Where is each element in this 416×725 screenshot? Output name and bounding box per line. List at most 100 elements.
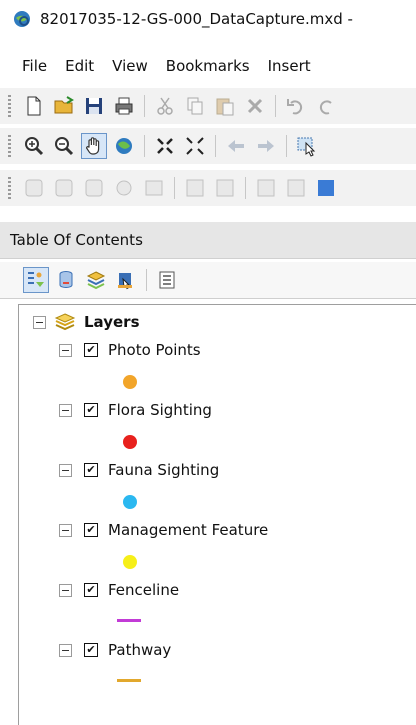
title-bar: 82017035-12-GS-000_DataCapture.mxd -	[0, 0, 416, 38]
print-icon	[115, 97, 133, 115]
visibility-checkbox[interactable]: ✔	[84, 463, 98, 477]
undo-button[interactable]	[284, 94, 308, 118]
fixed-zoom-out-icon	[186, 137, 204, 155]
new-document-icon	[27, 96, 41, 116]
fixed-zoom-out-button[interactable]	[183, 134, 207, 158]
layer-row-management-feature[interactable]: ✔ Management Feature	[59, 521, 268, 539]
list-by-selection-button[interactable]	[114, 268, 138, 292]
collapse-toggle[interactable]	[59, 523, 72, 537]
visibility-checkbox[interactable]: ✔	[84, 523, 98, 537]
toc-options-button[interactable]	[155, 268, 179, 292]
select-features-button[interactable]	[295, 134, 319, 158]
save-icon	[86, 98, 102, 114]
open-button[interactable]	[52, 94, 76, 118]
cut-button[interactable]	[153, 94, 177, 118]
line-symbol	[117, 679, 141, 682]
layer-row-photo-points[interactable]: ✔ Photo Points	[59, 341, 201, 359]
sketch-properties-icon	[287, 179, 305, 197]
visibility-checkbox[interactable]: ✔	[84, 403, 98, 417]
rotate-button[interactable]	[112, 176, 136, 200]
pan-button[interactable]	[81, 133, 107, 159]
layer-row-pathway[interactable]: ✔ Pathway	[59, 641, 171, 659]
redo-button[interactable]	[314, 94, 338, 118]
delete-button[interactable]	[243, 94, 267, 118]
sketch-button[interactable]	[82, 176, 106, 200]
save-button[interactable]	[82, 94, 106, 118]
editor-toolbar	[0, 170, 416, 206]
visibility-checkbox[interactable]: ✔	[84, 583, 98, 597]
layer-row-fenceline[interactable]: ✔ Fenceline	[59, 581, 179, 599]
list-by-visibility-button[interactable]	[84, 268, 108, 292]
print-button[interactable]	[112, 94, 136, 118]
toolbar-separator	[286, 135, 287, 157]
visibility-checkbox[interactable]: ✔	[84, 643, 98, 657]
create-features-icon	[318, 180, 334, 196]
zoom-in-icon	[25, 137, 44, 156]
toolbar-separator	[144, 95, 145, 117]
collapse-toggle[interactable]	[59, 343, 72, 357]
back-extent-button[interactable]	[224, 134, 248, 158]
tools-toolbar	[0, 128, 416, 164]
forward-extent-button[interactable]	[254, 134, 278, 158]
layers-group-row[interactable]: Layers	[33, 313, 140, 331]
standard-toolbar	[0, 88, 416, 124]
attributes-button[interactable]	[142, 176, 166, 200]
fixed-zoom-in-button[interactable]	[153, 134, 177, 158]
create-features-button[interactable]	[314, 176, 338, 200]
toolbar-separator	[245, 177, 246, 199]
layers-icon	[54, 313, 76, 331]
select-features-icon	[297, 137, 316, 157]
list-by-drawing-order-button[interactable]	[23, 267, 49, 293]
full-extent-button[interactable]	[112, 134, 136, 158]
layer-label: Photo Points	[108, 341, 201, 359]
sketch-properties-button[interactable]	[284, 176, 308, 200]
layer-row-flora-sighting[interactable]: ✔ Flora Sighting	[59, 401, 212, 419]
collapse-toggle[interactable]	[59, 583, 72, 597]
merge-button[interactable]	[213, 176, 237, 200]
pan-hand-icon	[86, 137, 100, 155]
attributes-icon	[145, 180, 163, 196]
full-extent-icon	[116, 138, 132, 154]
zoom-out-button[interactable]	[52, 134, 76, 158]
collapse-toggle[interactable]	[59, 463, 72, 477]
zoom-in-button[interactable]	[22, 134, 46, 158]
paste-icon	[216, 98, 234, 116]
menu-bookmarks[interactable]: Bookmarks	[166, 57, 250, 75]
list-by-source-icon	[59, 271, 73, 289]
list-by-drawing-order-icon	[28, 272, 44, 287]
edit-tool-button[interactable]	[22, 176, 46, 200]
layer-label: Pathway	[108, 641, 172, 659]
list-by-source-button[interactable]	[54, 268, 78, 292]
layer-label: Flora Sighting	[108, 401, 212, 419]
toc-toolbar	[0, 262, 416, 299]
layer-label: Management Feature	[108, 521, 269, 539]
layer-row-fauna-sighting[interactable]: ✔ Fauna Sighting	[59, 461, 219, 479]
toolbar-grip[interactable]	[8, 177, 11, 199]
back-extent-icon	[228, 140, 244, 152]
redo-icon	[319, 100, 332, 115]
window-title: 82017035-12-GS-000_DataCapture.mxd -	[40, 10, 353, 28]
paste-button[interactable]	[213, 94, 237, 118]
split-button[interactable]	[183, 176, 207, 200]
menu-view[interactable]: View	[112, 57, 148, 75]
menu-edit[interactable]: Edit	[65, 57, 94, 75]
toc-tree-panel: Layers ✔ Photo Points ✔ Flora Sighting ✔…	[18, 304, 416, 725]
collapse-toggle[interactable]	[33, 315, 46, 329]
open-folder-icon	[54, 96, 74, 114]
reshape-button[interactable]	[52, 176, 76, 200]
toolbar-grip[interactable]	[8, 95, 11, 117]
collapse-toggle[interactable]	[59, 403, 72, 417]
menu-insert[interactable]: Insert	[268, 57, 311, 75]
toolbar-grip[interactable]	[8, 135, 11, 157]
copy-button[interactable]	[183, 94, 207, 118]
line-symbol	[117, 619, 141, 622]
menu-file[interactable]: File	[22, 57, 47, 75]
menu-bar: File Edit View Bookmarks Insert	[0, 50, 416, 82]
rotate-icon	[116, 180, 132, 196]
visibility-checkbox[interactable]: ✔	[84, 343, 98, 357]
snapping-button[interactable]	[254, 176, 278, 200]
collapse-toggle[interactable]	[59, 643, 72, 657]
list-by-visibility-icon	[86, 271, 106, 290]
new-document-button[interactable]	[22, 94, 46, 118]
merge-icon	[216, 179, 234, 197]
